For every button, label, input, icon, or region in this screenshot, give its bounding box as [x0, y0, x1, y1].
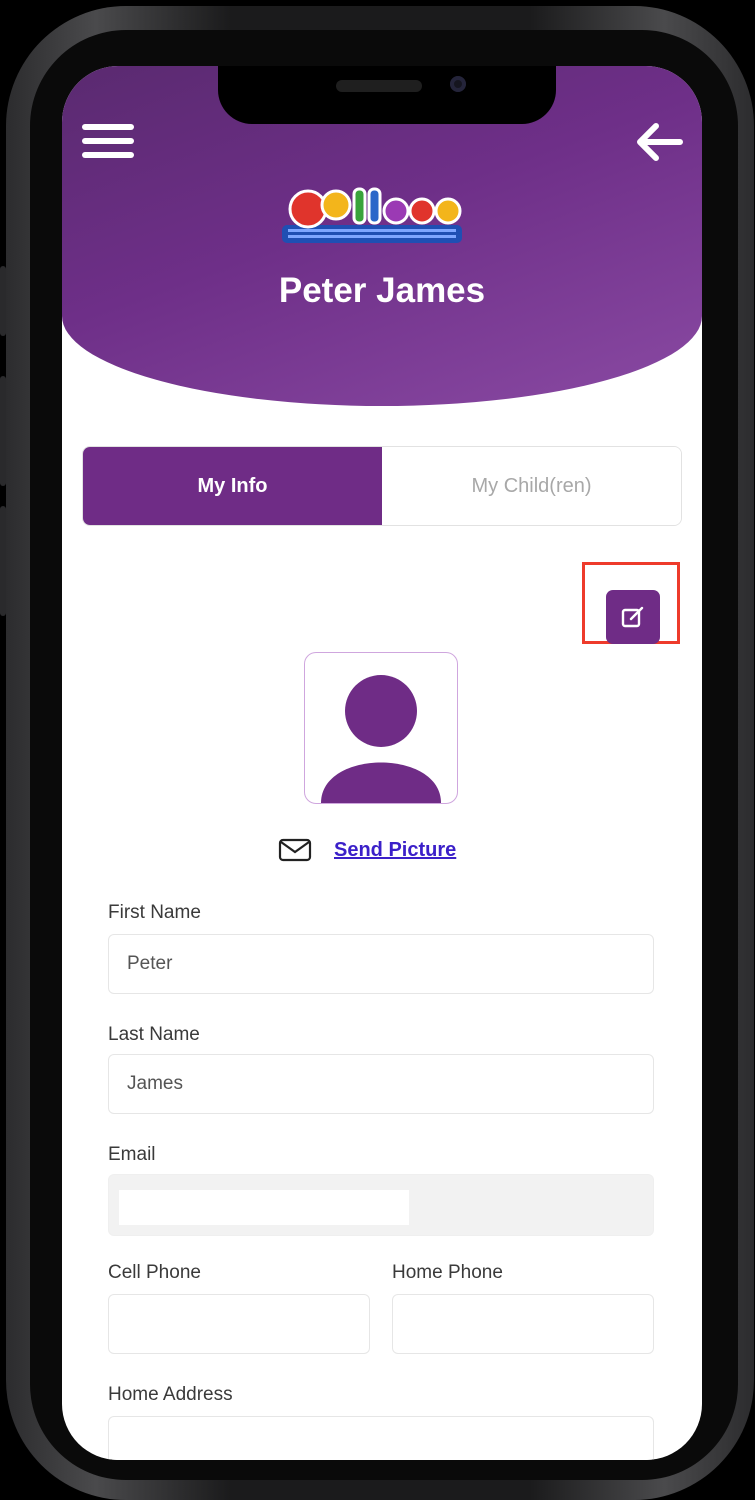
mail-icon: [278, 838, 312, 862]
app-screen: Peter James My Info My Child(ren) Send P…: [62, 66, 702, 1460]
lullaboo-logo: [272, 181, 472, 251]
profile-tabs: My Info My Child(ren): [82, 446, 682, 526]
send-picture-link[interactable]: Send Picture: [334, 839, 456, 862]
edit-icon: [621, 606, 644, 628]
home-phone-label: Home Phone: [392, 1262, 503, 1283]
email-field: [108, 1174, 654, 1236]
home-phone-field[interactable]: [392, 1294, 654, 1354]
first-name-label: First Name: [108, 902, 201, 923]
profile-name: Peter James: [278, 271, 486, 310]
edit-button[interactable]: [606, 590, 660, 644]
speaker: [336, 80, 422, 92]
profile-picture[interactable]: [304, 652, 458, 804]
phone-side-button: [0, 376, 6, 486]
home-address-label: Home Address: [108, 1384, 233, 1405]
home-address-field[interactable]: [108, 1416, 654, 1460]
tab-my-children[interactable]: My Child(ren): [382, 447, 681, 525]
back-button[interactable]: [630, 118, 686, 166]
user-avatar-icon: [321, 675, 441, 803]
menu-icon: [82, 124, 134, 158]
first-name-field[interactable]: Peter: [108, 934, 654, 994]
last-name-label: Last Name: [108, 1024, 200, 1045]
cell-phone-field[interactable]: [108, 1294, 370, 1354]
phone-side-button: [0, 506, 6, 616]
email-label: Email: [108, 1144, 156, 1165]
tab-my-info[interactable]: My Info: [83, 447, 382, 525]
send-picture-row: Send Picture: [278, 838, 456, 862]
cell-phone-label: Cell Phone: [108, 1262, 201, 1283]
phone-side-button: [0, 266, 6, 336]
last-name-field[interactable]: James: [108, 1054, 654, 1114]
email-redaction: [119, 1190, 409, 1225]
camera: [450, 76, 466, 92]
menu-button[interactable]: [82, 124, 134, 166]
phone-notch: [218, 66, 556, 124]
arrow-left-icon: [637, 123, 683, 161]
